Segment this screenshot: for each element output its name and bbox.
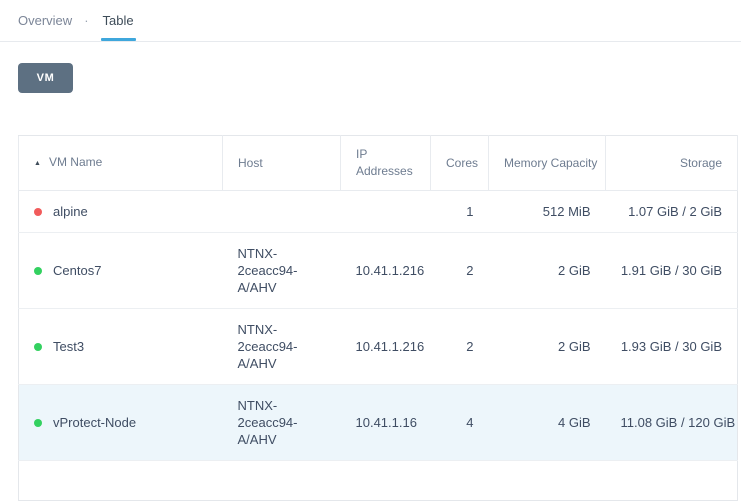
column-header-memory-capacity[interactable]: Memory Capacity: [489, 136, 606, 191]
column-header-cores[interactable]: Cores: [431, 136, 489, 191]
vm-name[interactable]: Centos7: [53, 262, 101, 279]
tab-overview[interactable]: Overview: [18, 0, 72, 41]
memory-cell: 2 GiB: [489, 233, 606, 309]
memory-cell: 2 GiB: [489, 309, 606, 385]
cores-cell: 4: [431, 385, 489, 461]
status-on-icon: [34, 343, 42, 351]
cores-cell: 2: [431, 309, 489, 385]
host-cell: [223, 191, 341, 233]
vm-table-header: ▲ VM Name Host IP Addresses Cores Memory …: [19, 136, 738, 191]
table-row-partial: [19, 461, 738, 501]
vm-table-body: alpine 1512 MiB1.07 GiB / 2 GiB Centos7 NTN…: [19, 191, 738, 501]
tabs-bar: Overview · Table: [0, 0, 741, 42]
column-header-storage[interactable]: Storage: [606, 136, 738, 191]
vm-filter-button[interactable]: VM: [18, 63, 73, 93]
status-on-icon: [34, 267, 42, 275]
ip-cell: 10.41.1.216: [341, 309, 431, 385]
vm-name[interactable]: Test3: [53, 338, 84, 355]
memory-cell: 512 MiB: [489, 191, 606, 233]
ip-cell: [341, 191, 431, 233]
table-row[interactable]: vProtect-Node NTNX-2ceacc94-A/AHV10.41.1.…: [19, 385, 738, 461]
ip-cell: 10.41.1.216: [341, 233, 431, 309]
host-cell: NTNX-2ceacc94-A/AHV: [223, 385, 341, 461]
ip-cell: 10.41.1.16: [341, 385, 431, 461]
status-off-icon: [34, 208, 42, 216]
table-row[interactable]: alpine 1512 MiB1.07 GiB / 2 GiB: [19, 191, 738, 233]
column-header-vm-name[interactable]: ▲ VM Name: [19, 136, 223, 191]
tab-table[interactable]: Table: [103, 0, 134, 41]
column-label: VM Name: [49, 155, 102, 169]
vm-name-cell: alpine: [19, 191, 223, 233]
memory-cell: 4 GiB: [489, 385, 606, 461]
host-cell: NTNX-2ceacc94-A/AHV: [223, 309, 341, 385]
cores-cell: 2: [431, 233, 489, 309]
sort-ascending-icon: ▲: [34, 160, 41, 167]
vm-name-cell: Centos7: [19, 233, 223, 309]
status-on-icon: [34, 419, 42, 427]
storage-cell: 11.08 GiB / 120 GiB: [606, 385, 738, 461]
column-header-ip-addresses[interactable]: IP Addresses: [341, 136, 431, 191]
vm-table: ▲ VM Name Host IP Addresses Cores Memory …: [18, 135, 738, 501]
storage-cell: 1.91 GiB / 30 GiB: [606, 233, 738, 309]
storage-cell: 1.07 GiB / 2 GiB: [606, 191, 738, 233]
vm-name[interactable]: alpine: [53, 203, 88, 220]
table-row[interactable]: Centos7 NTNX-2ceacc94-A/AHV10.41.1.21622 …: [19, 233, 738, 309]
table-row[interactable]: Test3 NTNX-2ceacc94-A/AHV10.41.1.21622 Gi…: [19, 309, 738, 385]
storage-cell: 1.93 GiB / 30 GiB: [606, 309, 738, 385]
vm-name-cell: vProtect-Node: [19, 385, 223, 461]
cores-cell: 1: [431, 191, 489, 233]
vm-name[interactable]: vProtect-Node: [53, 414, 136, 431]
column-header-host[interactable]: Host: [223, 136, 341, 191]
tab-separator: ·: [84, 13, 88, 28]
vm-name-cell: Test3: [19, 309, 223, 385]
host-cell: NTNX-2ceacc94-A/AHV: [223, 233, 341, 309]
